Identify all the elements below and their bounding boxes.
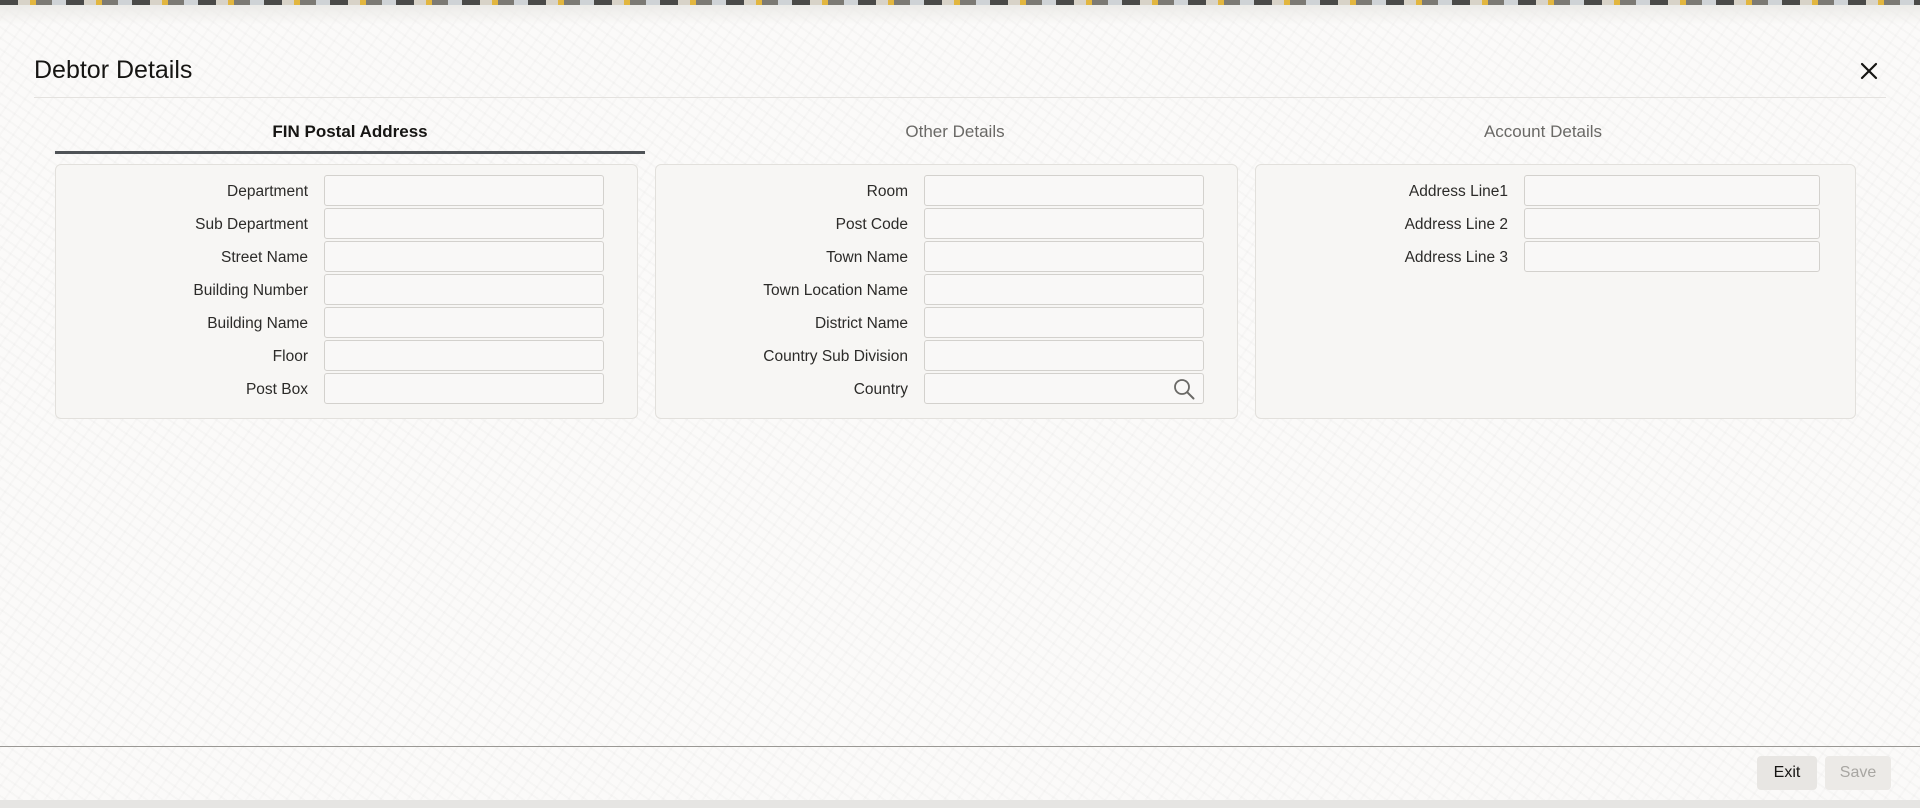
building-name-label: Building Name <box>207 315 308 332</box>
street-name-label: Street Name <box>220 249 308 266</box>
street-name-input[interactable] <box>324 241 604 272</box>
address-line2-label: Address Line 2 <box>1404 216 1508 233</box>
building-name-row: Building Name <box>56 307 637 340</box>
top-strip-fade <box>0 5 1920 25</box>
save-button[interactable]: Save <box>1825 756 1891 790</box>
post-box-row: Post Box <box>56 373 637 406</box>
country-label: Country <box>853 381 908 398</box>
tab-fin-postal-address[interactable]: FIN Postal Address <box>55 112 645 154</box>
address-line3-input[interactable] <box>1524 241 1820 272</box>
room-input[interactable] <box>924 175 1204 206</box>
tab-label: FIN Postal Address <box>272 122 428 141</box>
address-line1-label: Address Line1 <box>1408 183 1508 200</box>
footer-bottom-bar <box>0 800 1920 808</box>
department-row: Department <box>56 175 637 208</box>
address-line2-input[interactable] <box>1524 208 1820 239</box>
district-name-row: District Name <box>656 307 1237 340</box>
address-line1-input[interactable] <box>1524 175 1820 206</box>
dialog-title: Debtor Details <box>34 56 193 84</box>
address-line1-row: Address Line1 <box>1256 175 1855 208</box>
town-name-row: Town Name <box>656 241 1237 274</box>
sub-department-label: Sub Department <box>195 216 308 233</box>
country-sub-division-label: Country Sub Division <box>763 348 908 365</box>
address-line3-label: Address Line 3 <box>1404 249 1508 266</box>
town-name-input[interactable] <box>924 241 1204 272</box>
country-sub-division-input[interactable] <box>924 340 1204 371</box>
sub-department-row: Sub Department <box>56 208 637 241</box>
department-label: Department <box>227 183 308 200</box>
post-box-input[interactable] <box>324 373 604 404</box>
close-button[interactable] <box>1856 58 1882 84</box>
tab-label: Account Details <box>1483 122 1603 141</box>
search-icon[interactable] <box>1172 377 1196 401</box>
town-location-name-input[interactable] <box>924 274 1204 305</box>
country-sub-division-row: Country Sub Division <box>656 340 1237 373</box>
floor-input[interactable] <box>324 340 604 371</box>
room-row: Room <box>656 175 1237 208</box>
tab-account-details[interactable]: Account Details <box>1248 112 1838 154</box>
department-input[interactable] <box>324 175 604 206</box>
country-input[interactable] <box>924 373 1204 404</box>
street-name-row: Street Name <box>56 241 637 274</box>
building-name-input[interactable] <box>324 307 604 338</box>
sub-department-input[interactable] <box>324 208 604 239</box>
building-number-label: Building Number <box>193 282 308 299</box>
floor-row: Floor <box>56 340 637 373</box>
account-details-panel: Address Line1 Address Line 2 Address Lin… <box>1255 164 1856 419</box>
district-name-input[interactable] <box>924 307 1204 338</box>
post-code-input[interactable] <box>924 208 1204 239</box>
post-box-label: Post Box <box>245 381 308 398</box>
town-location-name-row: Town Location Name <box>656 274 1237 307</box>
town-location-name-label: Town Location Name <box>763 282 908 299</box>
footer-divider <box>0 746 1920 747</box>
floor-label: Floor <box>272 348 308 365</box>
building-number-input[interactable] <box>324 274 604 305</box>
building-number-row: Building Number <box>56 274 637 307</box>
close-icon <box>1860 62 1878 80</box>
post-code-label: Post Code <box>835 216 908 233</box>
header-divider <box>34 97 1886 98</box>
tab-label: Other Details <box>905 122 1005 141</box>
other-details-panel: Room Post Code Town Name Town Location N… <box>655 164 1238 419</box>
address-line2-row: Address Line 2 <box>1256 208 1855 241</box>
fin-postal-address-panel: Department Sub Department Street Name Bu… <box>55 164 638 419</box>
post-code-row: Post Code <box>656 208 1237 241</box>
exit-button[interactable]: Exit <box>1757 756 1817 790</box>
country-row: Country <box>656 373 1237 406</box>
room-label: Room <box>866 183 908 200</box>
town-name-label: Town Name <box>826 249 908 266</box>
tab-other-details[interactable]: Other Details <box>660 112 1250 154</box>
address-line3-row: Address Line 3 <box>1256 241 1855 274</box>
district-name-label: District Name <box>814 315 908 332</box>
